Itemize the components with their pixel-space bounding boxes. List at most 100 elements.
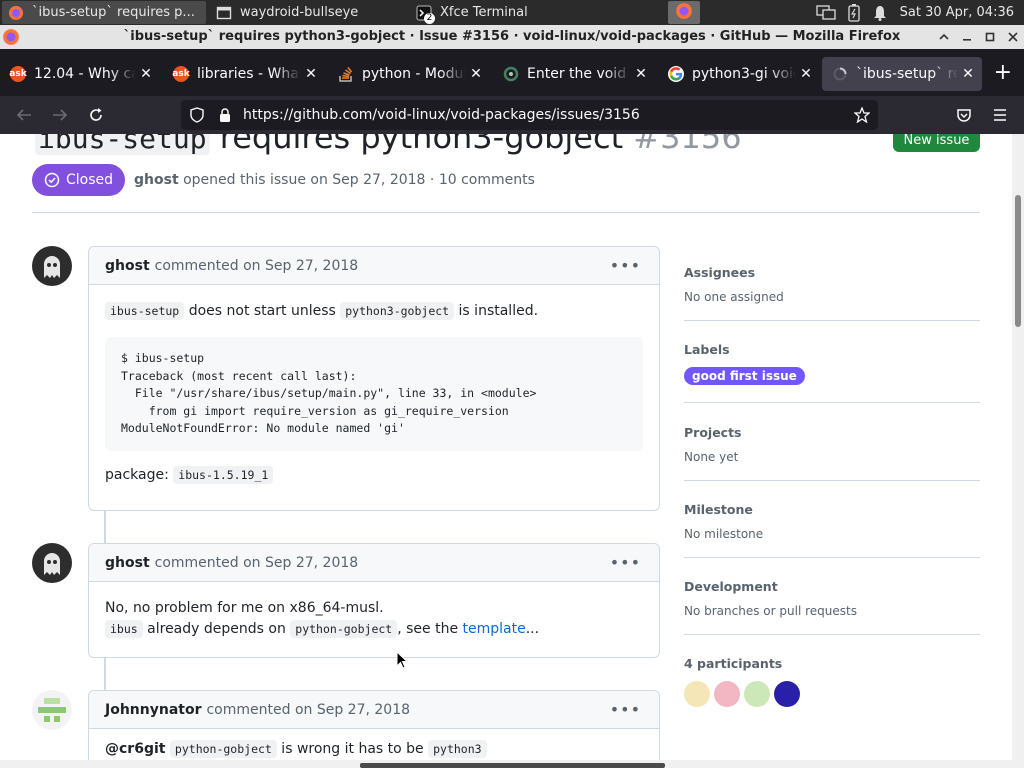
reload-button[interactable]: [84, 104, 108, 126]
pocket-button[interactable]: [952, 104, 976, 126]
tab-askubuntu-2[interactable]: ask libraries - What ✕: [163, 57, 325, 91]
sidebar-value: No milestone: [684, 527, 764, 541]
template-link[interactable]: template: [463, 621, 526, 637]
firefox-launcher[interactable]: [668, 1, 700, 24]
app-menu-button[interactable]: [988, 104, 1012, 126]
sidebar-labels: Labels good first issue: [684, 342, 980, 403]
comment-author[interactable]: ghost: [105, 555, 150, 571]
star-icon[interactable]: [854, 107, 870, 123]
url-text[interactable]: https://github.com/void-linux/void-packa…: [243, 107, 640, 123]
comment-text: package:: [105, 466, 174, 483]
battery-icon[interactable]: [843, 0, 865, 25]
new-issue-button[interactable]: New issue: [893, 134, 980, 152]
taskbar-item-firefox[interactable]: `ibus-setup` requires p...: [2, 1, 206, 24]
issue-title: ibus-setup requires python3-gobject #315…: [35, 134, 742, 156]
back-button[interactable]: [12, 104, 36, 126]
user-mention[interactable]: @cr6git: [105, 741, 165, 757]
tab-github-issue[interactable]: `ibus-setup` requires ✕: [822, 57, 982, 91]
avatar[interactable]: [32, 690, 72, 730]
chevron-up-icon: [939, 33, 949, 40]
comment-text: is installed.: [454, 303, 539, 319]
mouse-cursor-icon: [396, 651, 408, 669]
network-icon[interactable]: [814, 0, 838, 25]
forward-button[interactable]: [48, 104, 72, 126]
sidebar-heading[interactable]: Labels: [684, 342, 980, 357]
tab-stackoverflow[interactable]: python - Module ✕: [328, 57, 490, 91]
kebab-menu-icon[interactable]: •••: [610, 553, 641, 572]
avatar[interactable]: [32, 246, 72, 286]
comment-text: already depends on: [142, 621, 291, 637]
notification-bell-icon[interactable]: [869, 0, 891, 25]
tab-label: Enter the void -: [527, 66, 631, 82]
github-issue-page: ibus-setup requires python3-gobject #315…: [0, 134, 1012, 760]
participant-avatar[interactable]: [774, 681, 800, 707]
reload-icon: [90, 108, 102, 121]
issue-opened-text: opened this issue on Sep 27, 2018 · 10 c…: [183, 172, 535, 188]
shade-window-button[interactable]: [935, 28, 953, 46]
close-window-button[interactable]: [1004, 28, 1022, 46]
close-tab-icon[interactable]: ✕: [796, 66, 816, 82]
tab-void-handbook[interactable]: Enter the void - ✕: [493, 57, 655, 91]
close-icon: [1008, 32, 1018, 42]
stackoverflow-icon: [338, 66, 354, 82]
issue-title-text: requires python3-gobject: [209, 134, 634, 156]
comment: ghost commented on Sep 27, 2018 ••• ibus…: [88, 246, 660, 511]
askubuntu-icon: ask: [172, 66, 190, 82]
arrow-left-icon: [16, 109, 31, 121]
clock[interactable]: Sat 30 Apr, 04:36: [900, 0, 1014, 25]
comment-author[interactable]: Johnnynator: [105, 702, 201, 718]
url-bar[interactable]: https://github.com/void-linux/void-packa…: [181, 100, 878, 130]
comment-author[interactable]: ghost: [105, 258, 150, 274]
inline-code: python3-gobject: [340, 302, 455, 320]
close-tab-icon[interactable]: ✕: [301, 66, 321, 82]
sidebar-heading[interactable]: Projects: [684, 425, 980, 440]
timeline-connector: [104, 657, 106, 691]
horizontal-scrollbar-thumb[interactable]: [360, 763, 665, 768]
participant-avatar[interactable]: [684, 681, 710, 707]
minimize-icon: [963, 39, 971, 41]
loading-icon: [832, 66, 848, 82]
sidebar-value: None yet: [684, 450, 739, 464]
window-titlebar[interactable]: `ibus-setup` requires python3-gobject · …: [0, 25, 1024, 49]
participant-avatar[interactable]: [714, 681, 740, 707]
comment-header: Johnnynator commented on Sep 27, 2018 ••…: [89, 691, 659, 729]
new-tab-button[interactable]: +: [994, 60, 1012, 85]
close-tab-icon[interactable]: ✕: [466, 66, 486, 82]
sidebar-assignees: Assignees No one assigned: [684, 265, 980, 321]
shield-icon[interactable]: [189, 107, 205, 123]
tab-google-search[interactable]: python3-gi void ✕: [658, 57, 820, 91]
issue-number: #3156: [633, 134, 742, 156]
sidebar-divider: [684, 634, 980, 635]
vertical-scrollbar-thumb[interactable]: [1015, 195, 1021, 327]
taskbar-item-label: Xfce Terminal: [440, 5, 528, 20]
close-tab-icon[interactable]: ✕: [631, 66, 651, 82]
label-good-first-issue[interactable]: good first issue: [684, 367, 805, 385]
void-icon: [503, 66, 519, 82]
sidebar-heading[interactable]: Development: [684, 579, 980, 594]
sidebar-heading[interactable]: Milestone: [684, 502, 980, 517]
kebab-menu-icon[interactable]: •••: [610, 256, 641, 275]
close-tab-icon[interactable]: ✕: [136, 66, 156, 82]
comment-timestamp[interactable]: commented on Sep 27, 2018: [155, 258, 359, 274]
ghost-avatar-icon: [44, 256, 60, 278]
kebab-menu-icon[interactable]: •••: [610, 700, 641, 719]
tab-label: libraries - What: [197, 66, 301, 82]
maximize-window-button[interactable]: [981, 28, 999, 46]
sidebar-heading[interactable]: Assignees: [684, 265, 980, 280]
participant-avatar[interactable]: [744, 681, 770, 707]
inline-code: ibus: [105, 620, 143, 638]
sidebar-projects: Projects None yet: [684, 425, 980, 481]
lock-icon[interactable]: [217, 107, 233, 123]
taskbar-item-waydroid[interactable]: waydroid-bullseye: [210, 1, 406, 24]
taskbar-item-terminal[interactable]: 2 Xfce Terminal: [410, 1, 606, 24]
issue-author-link[interactable]: ghost: [134, 172, 179, 188]
comment-text: No, no problem for me on x86_64-musl.: [105, 600, 384, 616]
minimize-window-button[interactable]: [958, 28, 976, 46]
avatar[interactable]: [32, 543, 72, 583]
tab-askubuntu-1[interactable]: ask 12.04 - Why can't ✕: [0, 57, 160, 91]
comment-timestamp[interactable]: commented on Sep 27, 2018: [206, 702, 410, 718]
close-tab-icon[interactable]: ✕: [958, 66, 978, 82]
comment-header: ghost commented on Sep 27, 2018 •••: [89, 247, 659, 285]
comment-timestamp[interactable]: commented on Sep 27, 2018: [155, 555, 359, 571]
askubuntu-icon: ask: [9, 66, 27, 82]
